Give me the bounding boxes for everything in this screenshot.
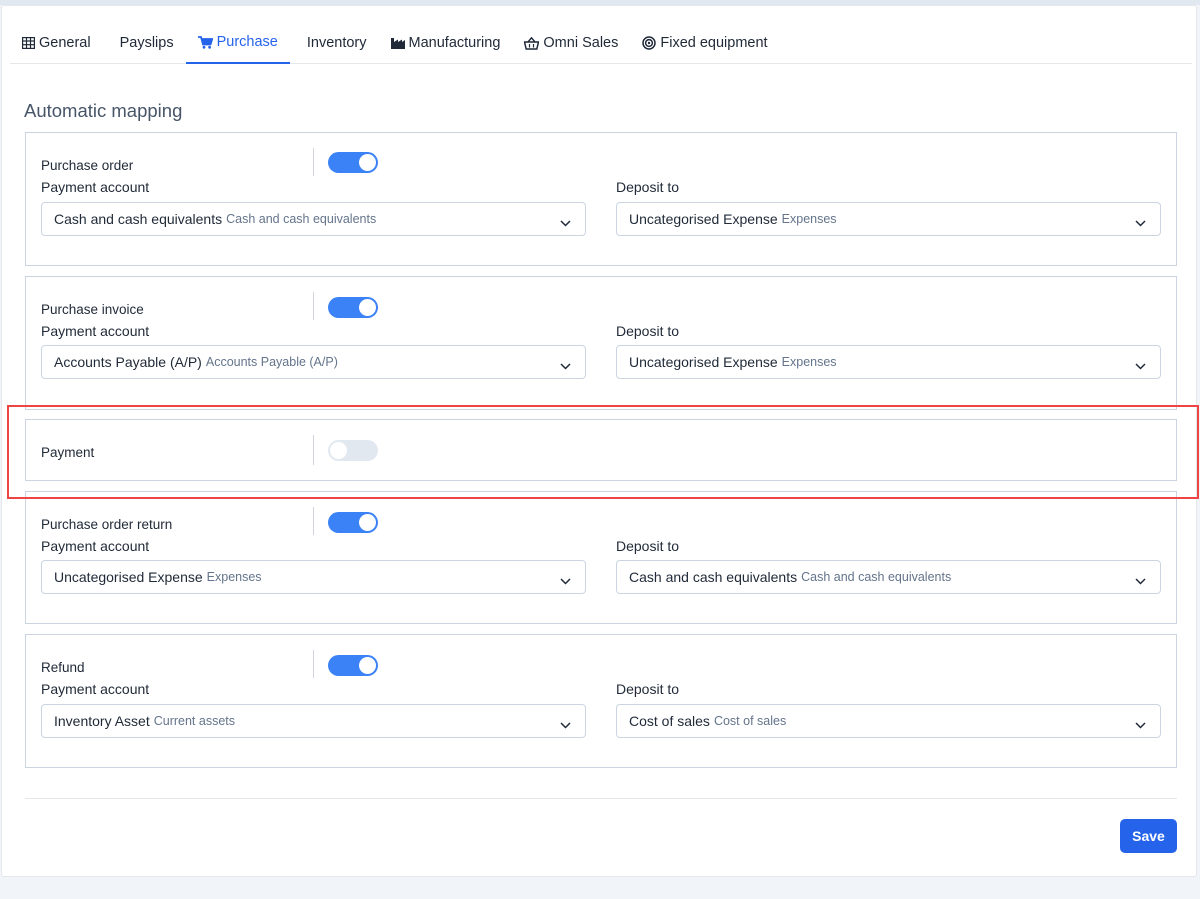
tab-label: Omni Sales bbox=[543, 35, 619, 51]
refund-section: Refund Payment account Deposit to Invent… bbox=[25, 634, 1177, 768]
tab-label: Payslips bbox=[119, 35, 174, 51]
tab-label: Inventory bbox=[306, 35, 367, 51]
factory-icon bbox=[390, 37, 405, 49]
tab-fixed-equipment[interactable]: Fixed equipment bbox=[630, 22, 779, 64]
selected-account: Cost of sales bbox=[629, 713, 710, 729]
chevron-down-icon bbox=[1135, 214, 1146, 232]
tab-general[interactable]: General bbox=[10, 22, 103, 64]
selected-account: Uncategorised Expense bbox=[629, 354, 778, 370]
selected-account-type: Current assets bbox=[153, 714, 235, 728]
purchase-order-toggle[interactable] bbox=[328, 152, 378, 173]
purchase-order-section: Purchase order Payment account Deposit t… bbox=[25, 132, 1177, 266]
payment-account-select[interactable]: Cash and cash equivalents Cash and cash … bbox=[41, 202, 586, 236]
selected-account-type: Accounts Payable (A/P) bbox=[205, 355, 338, 369]
tab-payslips[interactable]: Payslips bbox=[103, 22, 186, 64]
payment-account-select[interactable]: Accounts Payable (A/P) Accounts Payable … bbox=[41, 345, 586, 379]
deposit-to-select[interactable]: Uncategorised Expense Expenses bbox=[616, 202, 1161, 236]
selected-account: Uncategorised Expense bbox=[629, 211, 778, 227]
divider bbox=[313, 435, 314, 465]
cart-icon bbox=[197, 35, 213, 49]
selected-account: Cash and cash equivalents bbox=[629, 569, 798, 585]
section-title: Purchase order bbox=[41, 158, 134, 173]
selected-account-type: Expenses bbox=[781, 355, 837, 369]
page-title: Automatic mapping bbox=[24, 100, 183, 121]
deposit-to-select[interactable]: Cost of sales Cost of sales bbox=[616, 704, 1161, 738]
divider bbox=[313, 148, 314, 176]
selected-account: Cash and cash equivalents bbox=[54, 211, 223, 227]
tab-label: General bbox=[39, 35, 91, 51]
chevron-down-icon bbox=[560, 214, 571, 232]
payment-account-label: Payment account bbox=[41, 538, 150, 554]
divider bbox=[313, 650, 314, 678]
chevron-down-icon bbox=[560, 357, 571, 375]
payment-account-label: Payment account bbox=[41, 179, 150, 195]
chevron-down-icon bbox=[560, 572, 571, 590]
deposit-to-label: Deposit to bbox=[616, 681, 680, 697]
selected-account-type: Cash and cash equivalents bbox=[226, 212, 377, 226]
divider bbox=[313, 507, 314, 535]
table-icon bbox=[22, 37, 35, 49]
chevron-down-icon bbox=[1135, 572, 1146, 590]
selected-account-type: Cash and cash equivalents bbox=[801, 570, 952, 584]
section-title: Payment bbox=[41, 445, 95, 460]
payment-account-select[interactable]: Inventory Asset Current assets bbox=[41, 704, 586, 738]
footer-divider bbox=[25, 798, 1177, 799]
selected-account: Inventory Asset bbox=[54, 713, 150, 729]
chevron-down-icon bbox=[1135, 357, 1146, 375]
tab-inventory[interactable]: Inventory bbox=[290, 22, 379, 64]
section-title: Purchase order return bbox=[41, 517, 173, 532]
tab-purchase[interactable]: Purchase bbox=[185, 22, 290, 64]
deposit-to-select[interactable]: Cash and cash equivalents Cash and cash … bbox=[616, 560, 1161, 594]
purchase-invoice-section: Purchase invoice Payment account Deposit… bbox=[25, 276, 1177, 410]
divider bbox=[313, 292, 314, 320]
tab-manufacturing[interactable]: Manufacturing bbox=[379, 22, 513, 64]
tab-label: Purchase bbox=[216, 34, 278, 50]
save-button[interactable]: Save bbox=[1120, 819, 1177, 853]
selected-account-type: Cost of sales bbox=[713, 714, 787, 728]
section-title: Refund bbox=[41, 660, 85, 675]
selected-account-type: Expenses bbox=[206, 570, 262, 584]
tab-omni-sales[interactable]: Omni Sales bbox=[512, 22, 630, 64]
deposit-to-label: Deposit to bbox=[616, 538, 680, 554]
purchase-order-return-toggle[interactable] bbox=[328, 512, 378, 533]
payment-toggle[interactable] bbox=[328, 440, 378, 461]
selected-account: Accounts Payable (A/P) bbox=[54, 354, 202, 370]
tab-bar: General Payslips Purchase Inventory Manu… bbox=[10, 22, 1192, 64]
selected-account: Uncategorised Expense bbox=[54, 569, 203, 585]
payment-account-label: Payment account bbox=[41, 323, 150, 339]
deposit-to-select[interactable]: Uncategorised Expense Expenses bbox=[616, 345, 1161, 379]
target-icon bbox=[642, 36, 657, 50]
chevron-down-icon bbox=[1135, 716, 1146, 734]
basket-icon bbox=[524, 36, 540, 50]
payment-section: Payment bbox=[25, 419, 1177, 481]
purchase-order-return-section: Purchase order return Payment account De… bbox=[25, 491, 1177, 624]
deposit-to-label: Deposit to bbox=[616, 179, 680, 195]
chevron-down-icon bbox=[560, 716, 571, 734]
payment-account-label: Payment account bbox=[41, 681, 150, 697]
payment-account-select[interactable]: Uncategorised Expense Expenses bbox=[41, 560, 586, 594]
tab-label: Fixed equipment bbox=[660, 35, 768, 51]
section-title: Purchase invoice bbox=[41, 302, 144, 317]
deposit-to-label: Deposit to bbox=[616, 323, 680, 339]
refund-toggle[interactable] bbox=[328, 655, 378, 676]
selected-account-type: Expenses bbox=[781, 212, 837, 226]
tab-label: Manufacturing bbox=[408, 35, 501, 51]
purchase-invoice-toggle[interactable] bbox=[328, 297, 378, 318]
